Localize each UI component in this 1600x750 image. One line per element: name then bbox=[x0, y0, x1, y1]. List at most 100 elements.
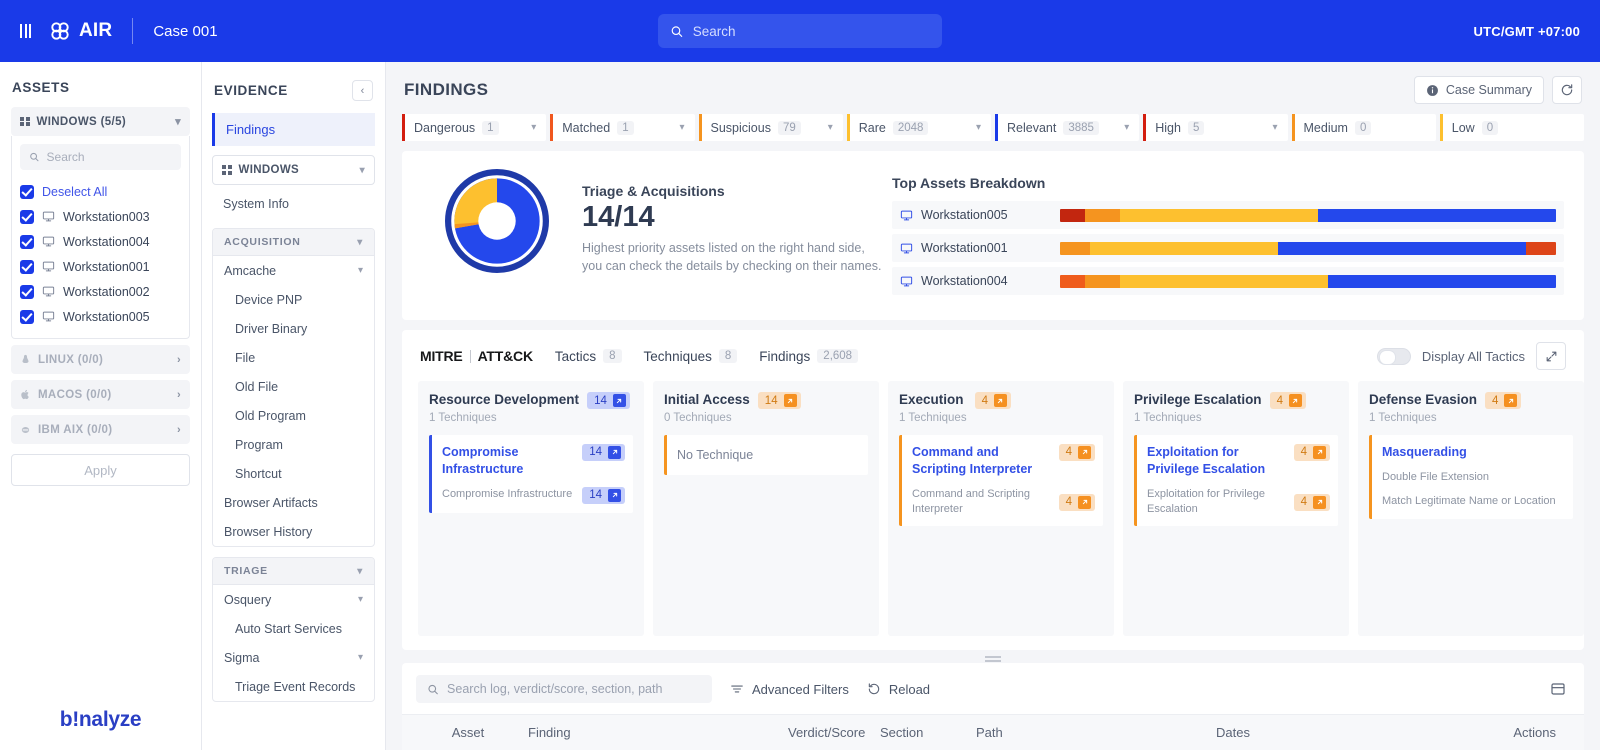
reload-button[interactable]: Reload bbox=[867, 682, 930, 697]
breakdown-row[interactable]: Workstation004 bbox=[892, 267, 1564, 295]
evidence-item-file[interactable]: File bbox=[213, 343, 374, 372]
checkbox-checked-icon[interactable] bbox=[20, 284, 34, 299]
sub-technique-row[interactable]: Match Legitimate Name or Location bbox=[1382, 494, 1565, 509]
columns-settings-icon[interactable] bbox=[1550, 681, 1566, 697]
tactic-badge[interactable]: 14 bbox=[587, 392, 630, 409]
evidence-platform-select[interactable]: WINDOWS ▾ bbox=[212, 155, 375, 185]
filter-chip-relevant[interactable]: Relevant 3885 ▾ bbox=[995, 114, 1140, 141]
sub-technique-row[interactable]: Exploitation for Privilege Escalation 4 bbox=[1147, 487, 1330, 518]
breakdown-row[interactable]: Workstation001 bbox=[892, 234, 1564, 262]
tactic-badge[interactable]: 4 bbox=[1269, 392, 1306, 409]
search-input[interactable] bbox=[692, 23, 930, 39]
technique-card[interactable]: Compromise Infrastructure 14 Compromise … bbox=[429, 434, 633, 513]
assets-search[interactable] bbox=[20, 144, 181, 170]
sub-technique-row[interactable]: Compromise Infrastructure 14 bbox=[442, 486, 625, 504]
checkbox-checked-icon[interactable] bbox=[20, 184, 34, 199]
evidence-item-shortcut[interactable]: Shortcut bbox=[213, 459, 374, 488]
checkbox-checked-icon[interactable] bbox=[20, 234, 34, 249]
aix-icon bbox=[21, 426, 30, 433]
column-header-path[interactable]: Path bbox=[976, 725, 1216, 740]
evidence-item-device-pnp[interactable]: Device PNP bbox=[213, 285, 374, 314]
collapse-panel-button[interactable]: ‹ bbox=[352, 80, 373, 101]
donut-chart-icon bbox=[445, 169, 549, 273]
assets-group-macos[interactable]: MACOS (0/0) › bbox=[11, 380, 190, 409]
hamburger-icon[interactable] bbox=[20, 24, 31, 38]
breakdown-row[interactable]: Workstation005 bbox=[892, 201, 1564, 229]
case-name[interactable]: Case 001 bbox=[153, 23, 217, 40]
global-search[interactable] bbox=[658, 14, 942, 48]
sub-technique-row[interactable]: Double File Extension bbox=[1382, 470, 1565, 485]
filter-chip-suspicious[interactable]: Suspicious 79 ▾ bbox=[698, 114, 843, 141]
assets-group-ibmaix[interactable]: IBM AIX (0/0) › bbox=[11, 415, 190, 444]
display-all-tactics-toggle[interactable] bbox=[1376, 347, 1411, 365]
sub-technique-badge[interactable]: 14 bbox=[582, 486, 625, 504]
column-header-actions[interactable]: Actions bbox=[1376, 725, 1584, 740]
evidence-item-old-program[interactable]: Old Program bbox=[213, 401, 374, 430]
evidence-item-sigma[interactable]: Sigma ▾ bbox=[213, 643, 374, 672]
technique-badge[interactable]: 4 bbox=[1293, 443, 1330, 461]
evidence-item-browser-history[interactable]: Browser History bbox=[213, 517, 374, 546]
filter-chip-rare[interactable]: Rare 2048 ▾ bbox=[846, 114, 991, 141]
column-header-finding[interactable]: Finding bbox=[528, 725, 788, 740]
checkbox-checked-icon[interactable] bbox=[20, 309, 34, 324]
filter-chip-matched[interactable]: Matched 1 ▾ bbox=[550, 114, 695, 141]
table-search[interactable] bbox=[416, 675, 712, 703]
mitre-tab-count: 8 bbox=[718, 349, 738, 363]
column-header-asset[interactable]: Asset bbox=[408, 725, 528, 740]
table-search-input[interactable] bbox=[447, 682, 701, 696]
filter-chip-low[interactable]: Low 0 bbox=[1439, 114, 1584, 141]
evidence-section-triage[interactable]: TRIAGE ▾ bbox=[213, 558, 374, 585]
filter-chip-dangerous[interactable]: Dangerous 1 ▾ bbox=[402, 114, 547, 141]
assets-group-linux[interactable]: LINUX (0/0) › bbox=[11, 345, 190, 374]
evidence-item-auto-start-services[interactable]: Auto Start Services bbox=[213, 614, 374, 643]
evidence-item-amcache[interactable]: Amcache ▾ bbox=[213, 256, 374, 285]
mitre-tab-findings[interactable]: Findings 2,608 bbox=[759, 349, 859, 364]
case-summary-button[interactable]: Case Summary bbox=[1413, 76, 1544, 104]
technique-badge[interactable]: 4 bbox=[1058, 443, 1095, 461]
filter-chip-medium[interactable]: Medium 0 bbox=[1291, 114, 1436, 141]
mitre-tab-techniques[interactable]: Techniques 8 bbox=[644, 349, 738, 364]
column-header-section[interactable]: Section bbox=[880, 725, 976, 740]
column-header-dates[interactable]: Dates bbox=[1216, 725, 1376, 740]
sub-technique-row[interactable]: Command and Scripting Interpreter 4 bbox=[912, 487, 1095, 518]
checkbox-checked-icon[interactable] bbox=[20, 209, 34, 224]
triage-donut bbox=[422, 169, 572, 273]
mitre-tab-tactics[interactable]: Tactics 8 bbox=[555, 349, 622, 364]
technique-card[interactable]: Exploitation for Privilege Escalation 4 … bbox=[1134, 434, 1338, 527]
sub-technique-badge[interactable]: 4 bbox=[1058, 493, 1095, 511]
expand-button[interactable] bbox=[1536, 342, 1566, 370]
technique-badge[interactable]: 14 bbox=[582, 443, 625, 461]
apply-button[interactable]: Apply bbox=[11, 454, 190, 486]
panel-resize-handle[interactable] bbox=[402, 650, 1584, 663]
assets-search-input[interactable] bbox=[46, 150, 172, 164]
search-icon bbox=[428, 684, 438, 694]
asset-row[interactable]: Workstation001 bbox=[20, 254, 181, 279]
evidence-item-browser-artifacts[interactable]: Browser Artifacts bbox=[213, 488, 374, 517]
asset-row[interactable]: Workstation004 bbox=[20, 229, 181, 254]
evidence-item-program[interactable]: Program bbox=[213, 430, 374, 459]
column-header-verdict-score[interactable]: Verdict/Score bbox=[788, 725, 880, 740]
tactic-badge[interactable]: 4 bbox=[1485, 392, 1522, 409]
tactic-badge[interactable]: 14 bbox=[757, 392, 801, 409]
filter-chip-high[interactable]: High 5 ▾ bbox=[1143, 114, 1288, 141]
advanced-filters-button[interactable]: Advanced Filters bbox=[730, 682, 849, 697]
evidence-section-acquisition[interactable]: ACQUISITION ▾ bbox=[213, 229, 374, 256]
evidence-item-old-file[interactable]: Old File bbox=[213, 372, 374, 401]
assets-group-windows[interactable]: WINDOWS (5/5) ▾ bbox=[11, 107, 190, 136]
evidence-item-driver-binary[interactable]: Driver Binary bbox=[213, 314, 374, 343]
evidence-item-osquery[interactable]: Osquery ▾ bbox=[213, 585, 374, 614]
evidence-item-system-info[interactable]: System Info bbox=[212, 189, 375, 218]
asset-row[interactable]: Workstation003 bbox=[20, 204, 181, 229]
asset-row[interactable]: Workstation002 bbox=[20, 279, 181, 304]
deselect-all-row[interactable]: Deselect All bbox=[20, 179, 181, 204]
asset-row[interactable]: Workstation005 bbox=[20, 304, 181, 329]
refresh-button[interactable] bbox=[1552, 76, 1582, 104]
technique-card[interactable]: Masquerading Double File Extension Match… bbox=[1369, 434, 1573, 519]
technique-card[interactable]: Command and Scripting Interpreter 4 Comm… bbox=[899, 434, 1103, 527]
filter-count: 1 bbox=[617, 120, 634, 135]
evidence-item-findings[interactable]: Findings bbox=[212, 113, 375, 146]
tactic-badge[interactable]: 4 bbox=[974, 392, 1011, 409]
checkbox-checked-icon[interactable] bbox=[20, 259, 34, 274]
evidence-item-triage-event-records[interactable]: Triage Event Records bbox=[213, 672, 374, 701]
sub-technique-badge[interactable]: 4 bbox=[1293, 493, 1330, 511]
